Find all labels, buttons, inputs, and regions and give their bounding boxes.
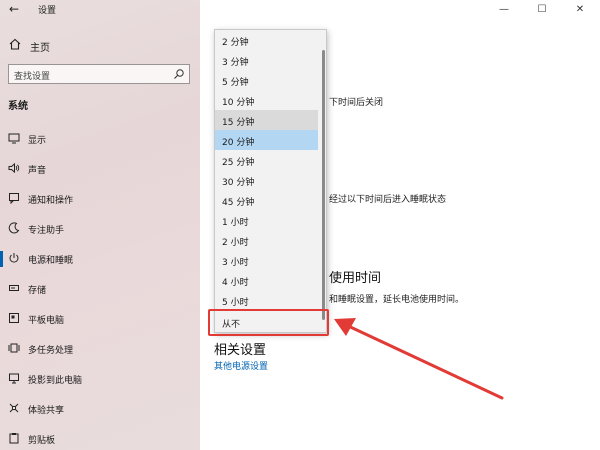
- power-icon: [9, 253, 19, 263]
- sidebar-item-power-sleep[interactable]: 电源和睡眠: [0, 246, 200, 272]
- clipboard-icon: [9, 433, 19, 444]
- sidebar-item-label: 通知和操作: [28, 196, 74, 206]
- sidebar-item-home[interactable]: 主页: [0, 34, 200, 56]
- dropdown-option[interactable]: 5 小时: [215, 290, 318, 310]
- active-indicator: [0, 251, 3, 267]
- additional-power-settings-link[interactable]: 其他电源设置: [214, 359, 268, 372]
- option-label: 10 分钟: [222, 98, 255, 108]
- sidebar-item-clipboard[interactable]: 剪贴板: [0, 426, 200, 450]
- focus-assist-icon: [8, 222, 20, 234]
- sidebar-item-display[interactable]: 显示: [0, 126, 200, 152]
- sidebar-item-label: 体验共享: [28, 406, 65, 416]
- search-input[interactable]: 查找设置: [8, 64, 190, 84]
- maximize-icon[interactable]: ☐: [534, 2, 550, 18]
- sidebar-item-shared-experiences[interactable]: 体验共享: [0, 396, 200, 422]
- option-label: 5 分钟: [222, 78, 249, 88]
- option-label: 3 小时: [222, 258, 249, 268]
- sidebar-item-label: 显示: [28, 136, 47, 146]
- screen-off-description: 下时间后关闭: [329, 98, 384, 108]
- sidebar-item-notifications[interactable]: 通知和操作: [0, 186, 200, 212]
- share-icon: [9, 403, 19, 413]
- battery-usage-description: 和睡眠设置，延长电池使用时间。: [329, 295, 465, 305]
- dropdown-option[interactable]: 4 小时: [215, 270, 318, 290]
- option-label: 5 小时: [222, 298, 249, 308]
- sidebar-item-focus-assist[interactable]: 专注助手: [0, 216, 200, 242]
- dropdown-option[interactable]: 25 分钟: [215, 150, 318, 170]
- sidebar-item-label: 多任务处理: [28, 346, 74, 356]
- dropdown-option[interactable]: 3 小时: [215, 250, 318, 270]
- option-label: 45 分钟: [222, 198, 255, 208]
- tablet-icon: [9, 313, 19, 323]
- dropdown-scrollbar[interactable]: [322, 50, 325, 320]
- dropdown-option[interactable]: 5 分钟: [215, 70, 318, 90]
- display-icon: [8, 133, 20, 144]
- dropdown-option[interactable]: 3 分钟: [215, 50, 318, 70]
- notification-icon: [9, 193, 19, 204]
- sleep-timeout-dropdown[interactable]: 2 分钟 3 分钟 5 分钟 10 分钟 15 分钟 20 分钟 25 分钟 3…: [214, 29, 327, 333]
- sidebar-item-label: 投影到此电脑: [28, 376, 83, 386]
- option-label: 25 分钟: [222, 158, 255, 168]
- annotation-highlight-box: [208, 309, 329, 336]
- sidebar-item-label: 存储: [28, 286, 47, 296]
- home-icon: [9, 38, 21, 50]
- section-title: 系统: [8, 101, 28, 112]
- search-icon[interactable]: [173, 68, 185, 80]
- sidebar-item-tablet[interactable]: 平板电脑: [0, 306, 200, 332]
- dropdown-option[interactable]: 10 分钟: [215, 90, 318, 110]
- sidebar-item-storage[interactable]: 存储: [0, 276, 200, 302]
- sidebar: ← 设置 主页 查找设置 系统 显示 声音 通知和操作 专注助手 电源和睡眠 存…: [0, 0, 200, 450]
- dropdown-option[interactable]: 45 分钟: [215, 190, 318, 210]
- project-icon: [9, 373, 19, 384]
- dropdown-option-hovered[interactable]: 15 分钟: [215, 110, 318, 130]
- minimize-icon[interactable]: —: [496, 2, 512, 18]
- battery-usage-heading: 使用时间: [329, 271, 382, 286]
- dropdown-option-selected[interactable]: 20 分钟: [215, 130, 318, 150]
- storage-icon: [9, 285, 19, 291]
- titlebar: ← 设置: [0, 0, 200, 20]
- sidebar-item-label: 声音: [28, 166, 47, 176]
- dropdown-option[interactable]: 2 分钟: [215, 30, 318, 50]
- dropdown-option[interactable]: 2 小时: [215, 230, 318, 250]
- home-label: 主页: [30, 43, 50, 54]
- sidebar-item-label: 电源和睡眠: [28, 256, 74, 266]
- sidebar-item-label: 平板电脑: [28, 316, 65, 326]
- sidebar-item-label: 剪贴板: [28, 436, 56, 446]
- option-label: 20 分钟: [222, 138, 255, 148]
- option-label: 2 分钟: [222, 38, 249, 48]
- dropdown-option[interactable]: 30 分钟: [215, 170, 318, 190]
- sidebar-item-sound[interactable]: 声音: [0, 156, 200, 182]
- close-icon[interactable]: ✕: [572, 2, 588, 18]
- option-label: 30 分钟: [222, 178, 255, 188]
- search-placeholder: 查找设置: [14, 72, 51, 82]
- multitask-icon: [8, 343, 20, 353]
- related-settings-title: 相关设置: [214, 343, 267, 358]
- sidebar-item-label: 专注助手: [28, 226, 65, 236]
- window-controls: — ☐ ✕: [490, 0, 600, 20]
- sound-icon: [8, 162, 20, 174]
- option-label: 2 小时: [222, 238, 249, 248]
- sleep-description: 经过以下时间后进入睡眠状态: [329, 195, 447, 205]
- sidebar-item-project[interactable]: 投影到此电脑: [0, 366, 200, 392]
- option-label: 3 分钟: [222, 58, 249, 68]
- option-label: 15 分钟: [222, 118, 255, 128]
- sidebar-item-multitasking[interactable]: 多任务处理: [0, 336, 200, 362]
- app-title: 设置: [38, 6, 57, 16]
- back-arrow-icon[interactable]: ←: [6, 1, 22, 17]
- dropdown-option[interactable]: 1 小时: [215, 210, 318, 230]
- option-label: 4 小时: [222, 278, 249, 288]
- option-label: 1 小时: [222, 218, 249, 228]
